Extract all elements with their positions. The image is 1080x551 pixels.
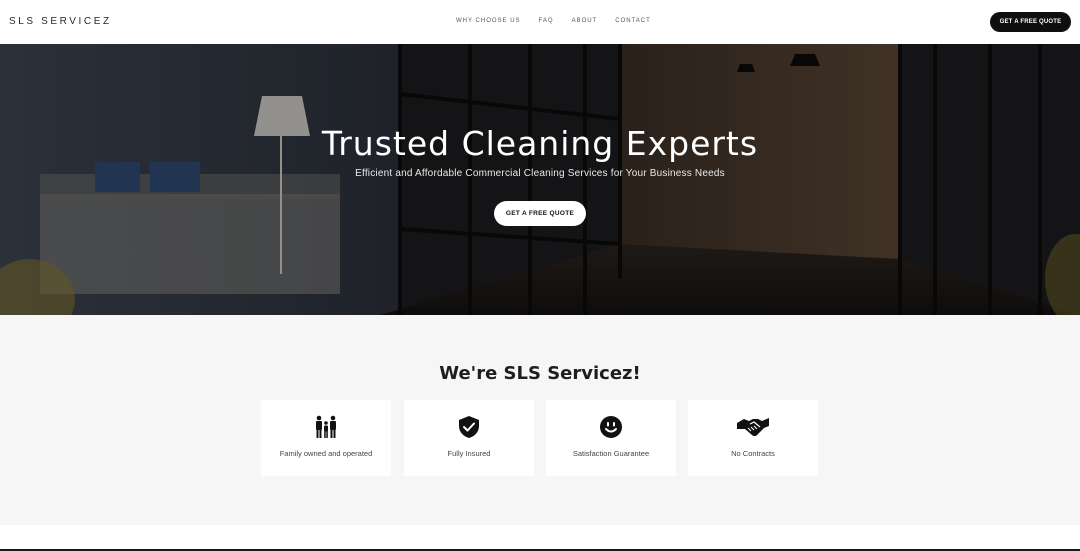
hero-subtitle: Efficient and Affordable Commercial Clea…: [355, 168, 725, 179]
feature-label: Fully Insured: [447, 449, 491, 458]
feature-card-no-contracts: No Contracts: [688, 400, 818, 476]
about-section: We're SLS Servicez! Family owned and ope…: [0, 315, 1080, 525]
feature-label: No Contracts: [731, 449, 775, 458]
about-title: We're SLS Servicez!: [439, 363, 641, 384]
hero-quote-button[interactable]: GET A FREE QUOTE: [494, 201, 586, 226]
feature-card-family: Family owned and operated: [261, 400, 391, 476]
nav-link-why-choose-us[interactable]: WHY CHOOSE US: [456, 18, 521, 24]
header-quote-button[interactable]: GET A FREE QUOTE: [990, 12, 1071, 32]
nav-link-faq[interactable]: FAQ: [539, 18, 554, 24]
nav-link-about[interactable]: ABOUT: [572, 18, 598, 24]
site-header: SLS SERVICEZ WHY CHOOSE US FAQ ABOUT CON…: [0, 0, 1080, 44]
feature-label: Satisfaction Guarantee: [572, 449, 650, 458]
main-nav: WHY CHOOSE US FAQ ABOUT CONTACT: [456, 18, 669, 24]
site-logo[interactable]: SLS SERVICEZ: [9, 16, 112, 27]
next-section-strip: [0, 525, 1080, 551]
shield-check-icon: [404, 415, 534, 441]
feature-card-satisfaction: Satisfaction Guarantee: [546, 400, 676, 476]
family-icon: [261, 415, 391, 441]
hero-title: Trusted Cleaning Experts: [321, 124, 759, 163]
hero-section: Trusted Cleaning Experts Efficient and A…: [0, 44, 1080, 315]
feature-label: Family owned and operated: [279, 449, 373, 458]
handshake-icon: [688, 415, 818, 441]
smiley-icon: [546, 415, 676, 441]
nav-link-contact[interactable]: CONTACT: [615, 18, 651, 24]
hero-background-image: [0, 44, 1080, 315]
feature-card-insured: Fully Insured: [404, 400, 534, 476]
